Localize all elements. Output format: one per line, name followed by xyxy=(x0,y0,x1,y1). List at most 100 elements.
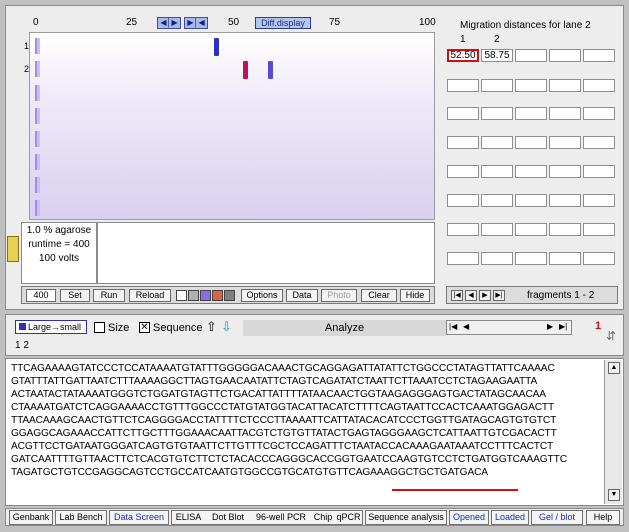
down-arrow-icon[interactable]: ⇩ xyxy=(221,319,232,335)
nav-help[interactable]: Help xyxy=(586,510,620,525)
clear-button[interactable]: Clear xyxy=(361,289,397,302)
scroll-left-icon[interactable]: ◀ xyxy=(463,322,469,331)
migration-cell[interactable] xyxy=(447,165,479,178)
photo-button[interactable]: Photo xyxy=(321,289,357,302)
volts-text: 100 volts xyxy=(38,253,80,264)
migration-cell[interactable] xyxy=(549,107,581,120)
migration-cell[interactable] xyxy=(583,79,615,92)
diff-display-button[interactable]: Diff.display xyxy=(255,17,311,29)
nav-loaded[interactable]: Loaded xyxy=(491,510,529,525)
migration-cell[interactable] xyxy=(549,136,581,149)
migration-cell[interactable] xyxy=(549,194,581,207)
color-swatch-gray[interactable] xyxy=(188,290,199,301)
migration-cell[interactable]: 52.50 xyxy=(447,49,479,62)
nav-genbank[interactable]: Genbank xyxy=(9,510,53,525)
migration-cell[interactable] xyxy=(583,136,615,149)
migration-cell[interactable] xyxy=(515,107,547,120)
migration-cell[interactable] xyxy=(481,107,513,120)
migration-cell[interactable] xyxy=(447,136,479,149)
nav-chip[interactable]: Chip xyxy=(311,510,335,525)
migration-cell[interactable] xyxy=(515,223,547,236)
expand-scale-button[interactable]: ◀│▶ xyxy=(157,17,181,29)
migration-cell[interactable] xyxy=(481,194,513,207)
migration-cell[interactable] xyxy=(583,252,615,265)
run-button[interactable]: Run xyxy=(93,289,125,302)
migration-cell[interactable]: 58.75 xyxy=(481,49,513,62)
prev-fragment-button[interactable]: ◀ xyxy=(465,290,477,301)
size-checkbox[interactable] xyxy=(94,322,105,333)
migration-cell[interactable] xyxy=(481,165,513,178)
migration-cell[interactable] xyxy=(549,79,581,92)
sort-order-button[interactable]: Large→small xyxy=(15,320,87,334)
nav-gel-blot[interactable]: Gel / blot xyxy=(531,510,583,525)
migration-cell[interactable] xyxy=(481,79,513,92)
migration-cell[interactable] xyxy=(447,252,479,265)
sequence-line: GGAGGCAGAAACCATTCTTGCTTTGGAAACAATTACGTCT… xyxy=(11,428,557,439)
migration-cell[interactable] xyxy=(481,252,513,265)
sequence-line: CTAAAATGATCTCAGGAAAACCTGTTTGGCCCTATGTATG… xyxy=(11,402,555,413)
migration-cell[interactable] xyxy=(515,165,547,178)
hide-button[interactable]: Hide xyxy=(400,289,430,302)
migration-cell[interactable] xyxy=(583,107,615,120)
gel-band-lane1[interactable] xyxy=(214,38,219,56)
runtime-input[interactable]: 400 xyxy=(26,289,56,302)
data-button[interactable]: Data xyxy=(286,289,318,302)
reload-button[interactable]: Reload xyxy=(129,289,171,302)
scroll-right-icon[interactable]: ▶ xyxy=(547,322,553,331)
nav-elisa[interactable]: ELISA xyxy=(171,510,205,525)
migration-cell[interactable] xyxy=(515,49,547,62)
last-fragment-button[interactable]: ▶| xyxy=(493,290,505,301)
gel-image[interactable] xyxy=(29,32,435,220)
nav-opened[interactable]: Opened xyxy=(449,510,489,525)
migration-cell[interactable] xyxy=(549,252,581,265)
analyze-scrollbar[interactable]: |◀ ◀ ▶ ▶| xyxy=(446,320,572,335)
ruler-tick-0: 0 xyxy=(33,17,39,28)
options-button[interactable]: Options xyxy=(241,289,283,302)
gel-band-lane2-fragment2[interactable] xyxy=(268,61,273,79)
nav-96-well-pcr[interactable]: 96-well PCR xyxy=(251,510,311,525)
sequence-text[interactable]: TTCAGAAAAGTATCCCTCCATAAAATGTATTTGGGGGACA… xyxy=(11,362,601,479)
nav-sequence-analysis[interactable]: Sequence analysis xyxy=(365,510,447,525)
stepper-icon[interactable]: ⇵ xyxy=(606,329,616,343)
migration-cell[interactable] xyxy=(481,136,513,149)
scroll-first-icon[interactable]: |◀ xyxy=(449,322,457,331)
color-swatch-orange[interactable] xyxy=(212,290,223,301)
nav-lab-bench[interactable]: Lab Bench xyxy=(55,510,107,525)
migration-cell[interactable] xyxy=(515,252,547,265)
migration-cell[interactable] xyxy=(583,194,615,207)
next-fragment-button[interactable]: ▶ xyxy=(479,290,491,301)
sequence-checkbox[interactable]: ✕ xyxy=(139,322,150,333)
migration-cell[interactable] xyxy=(481,223,513,236)
scroll-last-icon[interactable]: ▶| xyxy=(559,322,567,331)
sequence-line: TTCAGAAAAGTATCCCTCCATAAAATGTATTTGGGGGACA… xyxy=(11,363,555,374)
migration-cell[interactable] xyxy=(447,79,479,92)
nav-qpcr[interactable]: qPCR xyxy=(335,510,363,525)
migration-cell[interactable] xyxy=(515,79,547,92)
migration-cell[interactable] xyxy=(447,223,479,236)
migration-cell[interactable] xyxy=(549,223,581,236)
analyze-button[interactable]: Analyze xyxy=(243,320,446,336)
key-icon[interactable] xyxy=(7,236,19,262)
set-button[interactable]: Set xyxy=(60,289,90,302)
scroll-up-icon[interactable]: ▲ xyxy=(608,362,620,374)
migration-cell[interactable] xyxy=(515,194,547,207)
migration-cell[interactable] xyxy=(583,223,615,236)
migration-cell[interactable] xyxy=(549,49,581,62)
migration-cell[interactable] xyxy=(583,49,615,62)
migration-cell[interactable] xyxy=(447,107,479,120)
color-swatch-purple[interactable] xyxy=(200,290,211,301)
color-swatch-white[interactable] xyxy=(176,290,187,301)
gel-band-lane2-fragment1[interactable] xyxy=(243,61,248,79)
scroll-down-icon[interactable]: ▼ xyxy=(608,489,620,501)
contract-scale-button[interactable]: ▶│◀ xyxy=(184,17,208,29)
sequence-scrollbar[interactable]: ▲ ▼ xyxy=(604,360,622,504)
up-arrow-icon[interactable]: ⇧ xyxy=(206,319,217,335)
migration-cell[interactable] xyxy=(447,194,479,207)
first-fragment-button[interactable]: |◀ xyxy=(451,290,463,301)
migration-cell[interactable] xyxy=(515,136,547,149)
nav-data-screen[interactable]: Data Screen xyxy=(109,510,169,525)
migration-cell[interactable] xyxy=(583,165,615,178)
migration-cell[interactable] xyxy=(549,165,581,178)
nav-dot-blot[interactable]: Dot Blot xyxy=(205,510,251,525)
color-swatch-dark-gray[interactable] xyxy=(224,290,235,301)
